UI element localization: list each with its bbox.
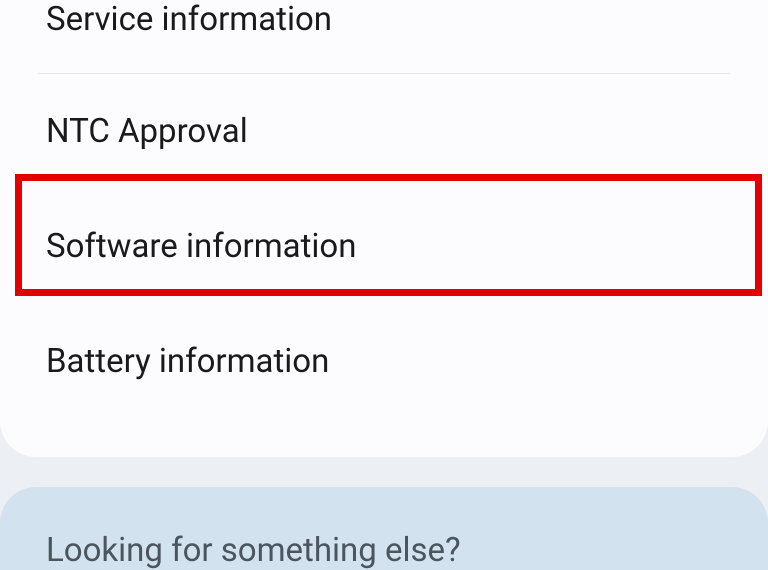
settings-item-battery-information[interactable]: Battery information [0,304,768,419]
settings-item-label: Battery information [46,342,329,381]
settings-item-ntc-approval[interactable]: NTC Approval [0,74,768,189]
settings-item-software-information[interactable]: Software information [0,189,768,304]
settings-item-label: Software information [46,227,356,266]
settings-item-label: NTC Approval [46,112,248,151]
settings-card: Service information NTC Approval Softwar… [0,0,768,457]
secondary-card: Looking for something else? [0,487,768,570]
settings-item-service-information[interactable]: Service information [0,0,768,73]
secondary-card-title: Looking for something else? [46,531,722,570]
settings-item-label: Service information [46,0,332,39]
